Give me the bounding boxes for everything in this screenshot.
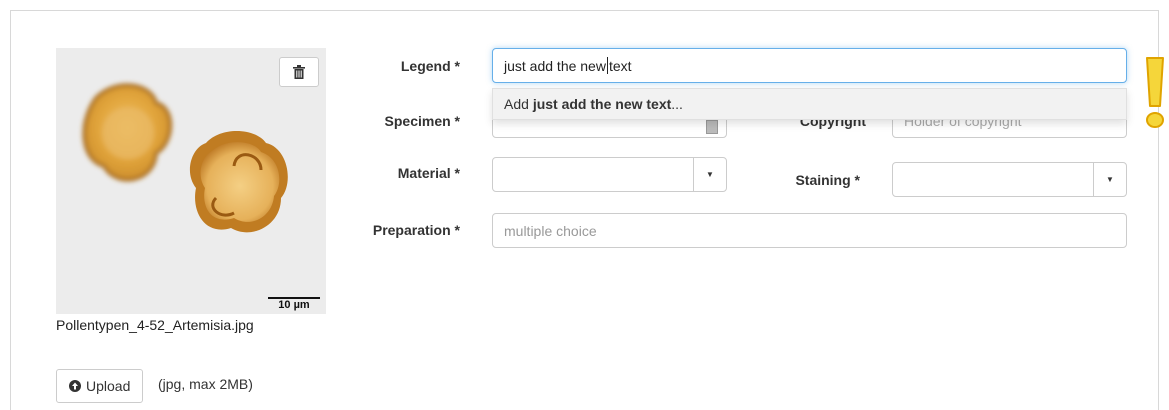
text-cursor (606, 57, 608, 74)
legend-input[interactable]: just add the new text (492, 48, 1127, 83)
upload-arrow-icon (69, 380, 81, 392)
material-select[interactable]: ▼ (492, 157, 727, 192)
material-label: Material * (397, 165, 460, 181)
suggestion-text: just add the new text (532, 96, 672, 112)
upload-note: (jpg, max 2MB) (158, 376, 253, 392)
scalebar-label: 10 µm (278, 299, 310, 311)
upload-button-label: Upload (86, 378, 131, 394)
preparation-placeholder: multiple choice (504, 222, 597, 239)
warning-exclamation-icon (1146, 57, 1164, 128)
suggestion-suffix: ... (671, 96, 683, 112)
staining-label: Staining * (795, 172, 860, 188)
legend-input-value-end: text (608, 57, 632, 74)
trash-icon (293, 65, 305, 79)
preparation-input[interactable]: multiple choice (492, 213, 1127, 248)
specimen-calendar-icon (706, 120, 718, 134)
staining-caret-icon[interactable]: ▼ (1093, 163, 1126, 196)
suggestion-prefix: Add (504, 96, 533, 112)
upload-button[interactable]: Upload (56, 369, 144, 403)
pollen-image-graphic (56, 48, 326, 314)
specimen-label: Specimen * (384, 113, 460, 129)
pollen-image-preview (56, 48, 326, 314)
delete-image-button[interactable] (279, 57, 319, 87)
preparation-label: Preparation * (372, 222, 460, 238)
legend-suggestion-item[interactable]: Add just add the new text... (492, 88, 1127, 120)
legend-input-value-start: just add the new (504, 57, 606, 74)
material-caret-icon[interactable]: ▼ (693, 158, 726, 191)
legend-label: Legend * (400, 58, 460, 74)
image-filename: Pollentypen_4-52_Artemisia.jpg (56, 317, 254, 333)
staining-select[interactable]: ▼ (892, 162, 1127, 197)
